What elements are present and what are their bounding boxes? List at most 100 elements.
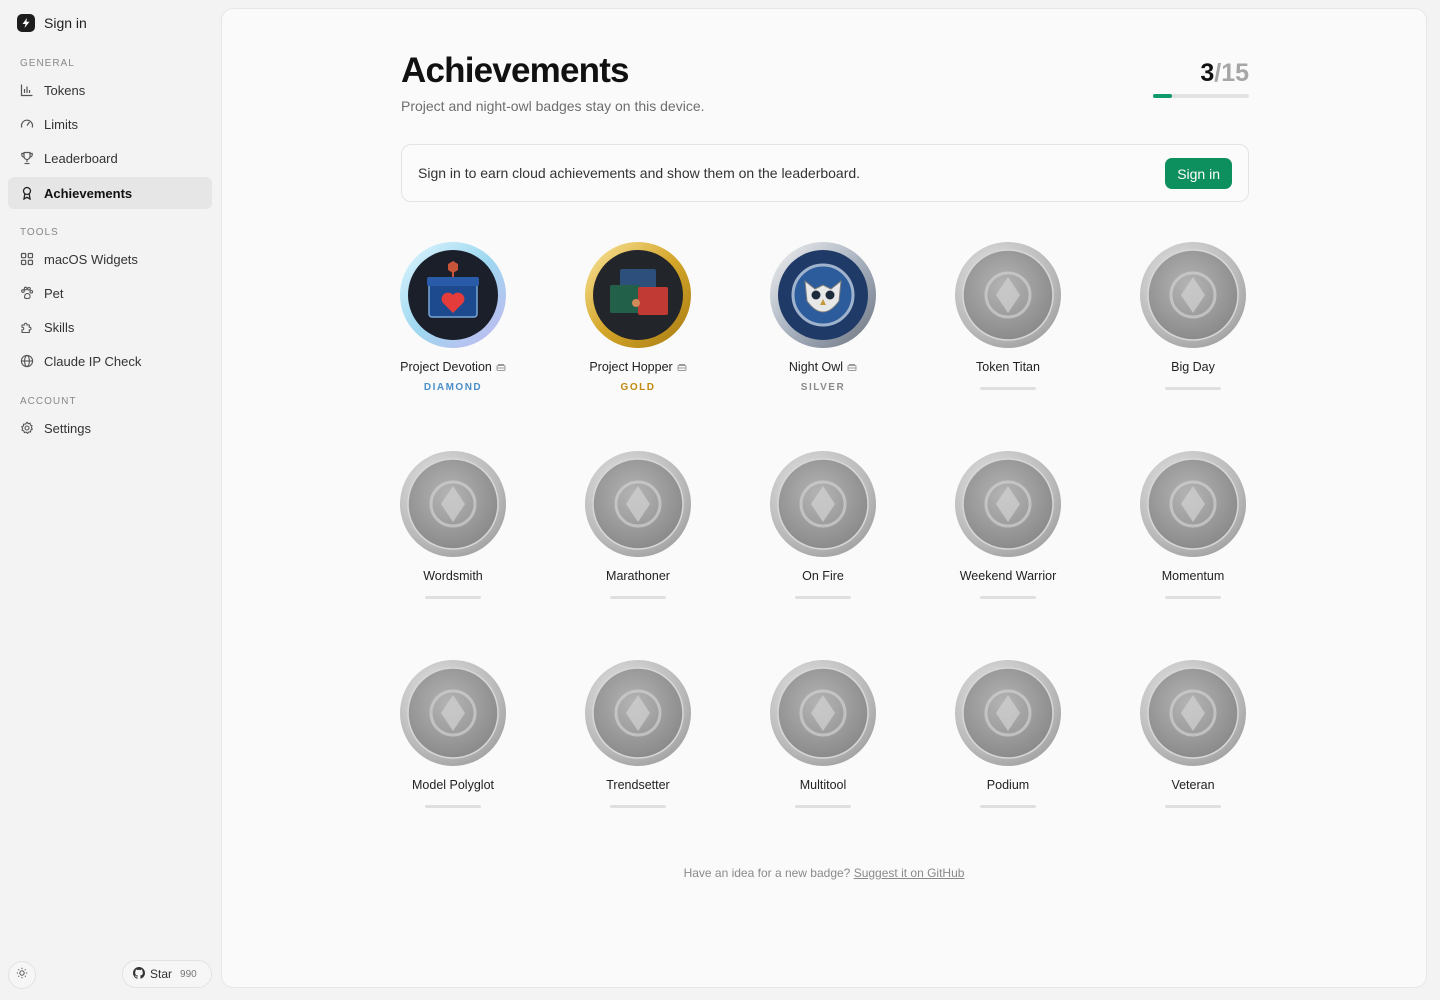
sign-in-button[interactable]: Sign in <box>1165 158 1232 189</box>
progress-fill <box>1153 94 1173 98</box>
main-panel: Achievements Project and night-owl badge… <box>221 8 1427 988</box>
badge-name: Momentum <box>1118 569 1268 583</box>
badge-name: Wordsmith <box>378 569 528 583</box>
badge-name: Project Hopper <box>563 360 713 374</box>
badge-progress-bar <box>610 805 666 808</box>
badge-name-text: Big Day <box>1171 360 1215 374</box>
sidebar-item-claude-ip-check[interactable]: Claude IP Check <box>8 345 212 377</box>
sidebar-item-label: Settings <box>44 420 91 436</box>
progress-total: 15 <box>1221 59 1249 87</box>
badge-progress-bar <box>1165 596 1221 599</box>
podium-medal-icon <box>955 660 1061 766</box>
badge-veteran[interactable]: Veteran <box>1118 659 1268 829</box>
section-label-general: GENERAL <box>20 58 75 69</box>
network-medal-icon <box>400 660 506 766</box>
sidebar-item-label: macOS Widgets <box>44 251 138 267</box>
badge-name: Multitool <box>748 778 898 792</box>
page-title: Achievements <box>401 51 630 90</box>
grid-icon <box>19 252 34 267</box>
device-icon <box>847 362 857 372</box>
sidebar-item-pet[interactable]: Pet <box>8 277 212 309</box>
badge-progress-bar <box>425 805 481 808</box>
sign-in-banner: Sign in to earn cloud achievements and s… <box>401 144 1249 202</box>
sidebar-item-label: Tokens <box>44 82 86 98</box>
sidebar-item-tokens[interactable]: Tokens <box>8 74 212 106</box>
badge-name: Veteran <box>1118 778 1268 792</box>
award-icon <box>19 186 34 201</box>
badge-name-text: Project Hopper <box>589 360 673 374</box>
badge-model-polyglot[interactable]: Model Polyglot <box>378 659 528 829</box>
badge-progress-bar <box>1165 387 1221 390</box>
banner-text: Sign in to earn cloud achievements and s… <box>418 165 861 181</box>
skyline-medal-icon <box>1140 242 1246 348</box>
section-label-tools: TOOLS <box>20 227 59 238</box>
badge-name-text: Multitool <box>799 778 847 792</box>
sidebar-item-settings[interactable]: Settings <box>8 412 212 444</box>
theme-toggle-button[interactable] <box>8 961 36 989</box>
badge-name: Night Owl <box>748 360 898 374</box>
sidebar-item-skills[interactable]: Skills <box>8 311 212 343</box>
section-label-account: ACCOUNT <box>20 396 77 407</box>
page-subtitle: Project and night-owl badges stay on thi… <box>401 98 705 114</box>
progress-current: 3 <box>1200 59 1215 87</box>
suggest-github-link[interactable]: Suggest it on GitHub <box>854 866 965 880</box>
badge-name-text: On Fire <box>802 569 844 583</box>
badge-project-devotion[interactable]: Project Devotion DIAMOND <box>378 241 528 411</box>
badge-name: Marathoner <box>563 569 713 583</box>
badge-tier: DIAMOND <box>423 382 483 393</box>
bolt-logo-icon <box>17 14 35 32</box>
footer-text: Have an idea for a new badge? <box>683 866 851 880</box>
titan-medal-icon <box>955 242 1061 348</box>
badge-multitool[interactable]: Multitool <box>748 659 898 829</box>
trophy-icon <box>19 151 34 166</box>
brand-sign-in[interactable]: Sign in <box>17 14 87 32</box>
badge-marathoner[interactable]: Marathoner <box>563 450 713 620</box>
sidebar-item-label: Limits <box>44 116 78 132</box>
badge-name: Project Devotion <box>378 360 528 374</box>
sidebar-item-limits[interactable]: Limits <box>8 108 212 140</box>
helmet-medal-icon <box>955 451 1061 557</box>
shoe-medal-icon <box>585 451 691 557</box>
sidebar-item-label: Pet <box>44 285 64 301</box>
badge-podium[interactable]: Podium <box>933 659 1083 829</box>
sidebar-item-achievements[interactable]: Achievements <box>8 177 212 209</box>
badge-wordsmith[interactable]: Wordsmith <box>378 450 528 620</box>
badge-name-text: Marathoner <box>606 569 670 583</box>
owl-medal-icon <box>770 242 876 348</box>
device-icon <box>496 362 506 372</box>
sidebar-item-leaderboard[interactable]: Leaderboard <box>8 142 212 174</box>
badge-name: Token Titan <box>933 360 1083 374</box>
shield-medal-icon <box>1140 660 1246 766</box>
badge-progress-bar <box>980 805 1036 808</box>
github-star-button[interactable]: Star 990 <box>122 960 212 988</box>
paw-icon <box>19 286 34 301</box>
puzzle-icon <box>19 320 34 335</box>
chest-heart-medal-icon <box>400 242 506 348</box>
achievement-progress-bar <box>1153 94 1249 98</box>
badge-on-fire[interactable]: On Fire <box>748 450 898 620</box>
badge-project-hopper[interactable]: Project Hopper GOLD <box>563 241 713 411</box>
badge-name-text: Wordsmith <box>423 569 483 583</box>
badge-progress-bar <box>980 596 1036 599</box>
badge-token-titan[interactable]: Token Titan <box>933 241 1083 411</box>
badge-name-text: Model Polyglot <box>412 778 494 792</box>
sidebar-item-macos-widgets[interactable]: macOS Widgets <box>8 243 212 275</box>
sidebar-item-label: Skills <box>44 319 75 335</box>
sidebar-item-label: Achievements <box>44 185 133 201</box>
badge-trendsetter[interactable]: Trendsetter <box>563 659 713 829</box>
badge-night-owl[interactable]: Night Owl SILVER <box>748 241 898 411</box>
badge-name: Podium <box>933 778 1083 792</box>
star-label: Star <box>150 967 173 981</box>
badge-progress-bar <box>980 387 1036 390</box>
badge-name-text: Project Devotion <box>400 360 492 374</box>
github-icon <box>133 966 145 982</box>
achievement-progress-count: 3/15 <box>1153 59 1249 88</box>
badge-progress-bar <box>610 596 666 599</box>
flame-medal-icon <box>770 451 876 557</box>
badge-name: Model Polyglot <box>378 778 528 792</box>
sidebar-item-label: Leaderboard <box>44 150 118 166</box>
badge-name-text: Veteran <box>1171 778 1215 792</box>
badge-big-day[interactable]: Big Day <box>1118 241 1268 411</box>
badge-momentum[interactable]: Momentum <box>1118 450 1268 620</box>
badge-weekend-warrior[interactable]: Weekend Warrior <box>933 450 1083 620</box>
